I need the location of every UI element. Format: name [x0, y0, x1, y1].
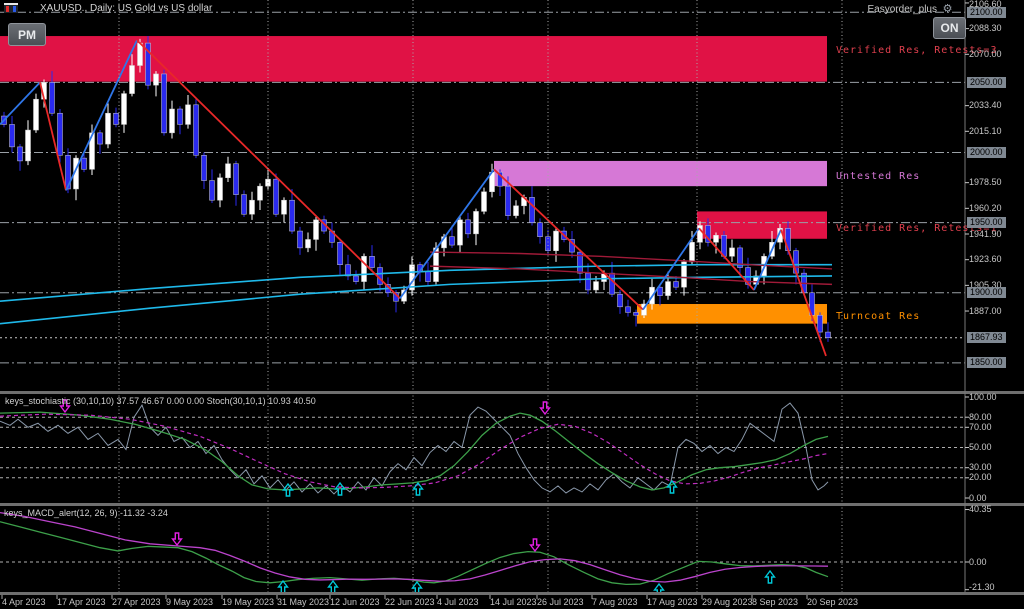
price-axis-label: 2070.00	[969, 49, 1002, 60]
date-axis-label[interactable]: 31 May 2023	[277, 597, 329, 607]
date-axis-label[interactable]: 19 May 2023	[222, 597, 274, 607]
stoch-axis-label: 20.00	[969, 472, 992, 483]
macd-axis-label: -21.30	[969, 582, 995, 593]
stochastic-indicator-label: keys_stochiastic (30,10,10) 37.57 46.67 …	[5, 396, 316, 406]
date-axis-label[interactable]: 20 Sep 2023	[807, 597, 858, 607]
panel-separator[interactable]	[0, 592, 1024, 595]
price-axis-label: 2000.00	[967, 147, 1006, 158]
macd-axis-label: 40.35	[969, 504, 992, 515]
date-axis-label[interactable]: 9 May 2023	[166, 597, 213, 607]
stoch-axis-label: 100.00	[969, 392, 997, 403]
price-axis-label: 2033.40	[969, 100, 1002, 111]
price-axis-label: 1960.20	[969, 203, 1002, 214]
price-axis-label: 2050.00	[967, 77, 1006, 88]
chart-title-row: XAUUSD., Daily: US Gold vs US dollar	[4, 3, 212, 14]
resistance-zone-rect[interactable]	[637, 304, 827, 324]
macd-axis-label: 0.00	[969, 557, 987, 568]
on-button[interactable]: ON	[933, 17, 966, 39]
date-axis-label[interactable]: 4 Apr 2023	[2, 597, 46, 607]
date-axis-label[interactable]: 14 Jul 2023	[490, 597, 537, 607]
ea-name-label: Easyorder_plus	[868, 4, 937, 15]
price-axis-label: 1950.00	[967, 217, 1006, 228]
price-axis-bid-label: 1867.93	[967, 332, 1006, 343]
chart-title: XAUUSD., Daily: US Gold vs US dollar	[40, 3, 212, 14]
price-axis-label: 2015.10	[969, 126, 1002, 137]
date-axis-label[interactable]: 7 Aug 2023	[592, 597, 638, 607]
price-axis-label: 1923.60	[969, 254, 1002, 265]
stoch-axis-label: 0.00	[969, 493, 987, 504]
price-axis-label: 1887.00	[969, 306, 1002, 317]
date-axis-label[interactable]: 29 Aug 2023	[702, 597, 753, 607]
trading-chart-window: XAUUSD., Daily: US Gold vs US dollar PM …	[0, 0, 1024, 609]
pm-button[interactable]: PM	[8, 23, 46, 46]
price-axis-label: 2100.00	[967, 7, 1006, 18]
stoch-axis-label: 50.00	[969, 442, 992, 453]
price-axis-label: 1850.00	[967, 357, 1006, 368]
date-axis-label[interactable]: 12 Jun 2023	[330, 597, 380, 607]
panel-separator[interactable]	[0, 503, 1024, 506]
panel-separator[interactable]	[0, 391, 1024, 394]
resistance-zone-label[interactable]: Turncoat Res	[836, 311, 920, 322]
ea-gear-icon[interactable]: ⚙	[941, 3, 954, 16]
macd-indicator-label: keys_MACD_alert(12, 26, 9) -11.32 -3.24	[4, 508, 168, 518]
date-axis-label[interactable]: 17 Apr 2023	[57, 597, 106, 607]
price-axis-label: 1900.00	[967, 287, 1006, 298]
price-axis-label: 2088.30	[969, 23, 1002, 34]
ea-row: Easyorder_plus ⚙	[868, 3, 954, 16]
date-axis-label[interactable]: 17 Aug 2023	[647, 597, 698, 607]
date-axis-label[interactable]: 4 Jul 2023	[437, 597, 479, 607]
price-axis-label: 1941.90	[969, 229, 1002, 240]
date-axis-label[interactable]: 8 Sep 2023	[752, 597, 798, 607]
date-axis-label[interactable]: 22 Jun 2023	[385, 597, 435, 607]
resistance-zone-label[interactable]: Untested Res	[836, 171, 920, 182]
price-axis-label: 1978.50	[969, 177, 1002, 188]
resistance-zone-rect[interactable]	[494, 161, 827, 186]
date-axis-label[interactable]: 26 Jul 2023	[537, 597, 584, 607]
date-axis-label[interactable]: 27 Apr 2023	[112, 597, 161, 607]
candlestick-chart-icon	[22, 4, 36, 14]
stoch-axis-label: 70.00	[969, 422, 992, 433]
